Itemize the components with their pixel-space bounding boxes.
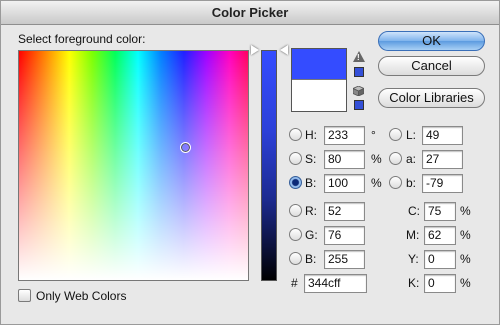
black-row: K: 0 % (401, 273, 481, 293)
b-lab-row: b: -79 (389, 173, 469, 193)
slider-right-arrow-icon[interactable] (280, 45, 288, 55)
hue-field[interactable]: 233 (324, 126, 365, 145)
yellow-label: Y: (408, 252, 419, 266)
new-color-swatch (292, 49, 346, 80)
hex-row: # 344cff (291, 273, 371, 293)
color-field-cursor[interactable] (180, 142, 191, 153)
blue-row: B: 255 (289, 249, 379, 269)
select-foreground-label: Select foreground color: (18, 32, 146, 46)
color-field[interactable] (18, 50, 249, 281)
magenta-row: M: 62 % (401, 225, 481, 245)
brightness-field[interactable]: 100 (324, 174, 365, 193)
lightness-field[interactable]: 49 (422, 126, 463, 145)
a-label: a: (406, 152, 417, 166)
only-web-colors-label: Only Web Colors (36, 289, 127, 303)
a-field[interactable]: 27 (422, 150, 463, 169)
brightness-unit: % (371, 176, 382, 190)
lightness-label: L: (406, 128, 417, 142)
ok-button[interactable]: OK (378, 31, 485, 51)
a-radio[interactable] (389, 152, 402, 165)
lightness-row: L: 49 (389, 125, 469, 145)
hue-radio[interactable] (289, 128, 302, 141)
hex-label: # (291, 276, 298, 290)
yellow-unit: % (460, 252, 471, 266)
hue-row: H: 233 ° (289, 125, 379, 145)
blue-field[interactable]: 255 (324, 250, 365, 269)
black-field[interactable]: 0 (424, 274, 456, 293)
red-radio[interactable] (289, 204, 302, 217)
cyan-row: C: 75 % (401, 201, 481, 221)
brightness-radio[interactable] (289, 176, 302, 189)
saturation-row: S: 80 % (289, 149, 382, 169)
slider-left-arrow-icon[interactable] (251, 45, 259, 55)
saturation-unit: % (371, 152, 382, 166)
only-web-colors-checkbox[interactable] (18, 289, 31, 302)
magenta-field[interactable]: 62 (424, 226, 456, 245)
magenta-unit: % (460, 228, 471, 242)
color-field-gradient (19, 51, 248, 280)
b-lab-radio[interactable] (389, 176, 402, 189)
blue-radio[interactable] (289, 252, 302, 265)
cancel-button[interactable]: Cancel (378, 56, 485, 76)
green-label: G: (305, 228, 318, 242)
blue-label: B: (305, 252, 317, 266)
magenta-label: M: (406, 228, 420, 242)
black-unit: % (460, 276, 471, 290)
brightness-row: B: 100 % (289, 173, 382, 193)
saturation-radio[interactable] (289, 152, 302, 165)
warning-triangle-icon[interactable]: ! (353, 51, 365, 62)
cyan-field[interactable]: 75 (424, 202, 456, 221)
gamut-warning-swatch[interactable] (354, 67, 364, 77)
saturation-field[interactable]: 80 (324, 150, 365, 169)
window-title: Color Picker (1, 1, 499, 25)
b-lab-label: b: (406, 176, 417, 190)
color-slider[interactable] (261, 50, 277, 281)
hex-field[interactable]: 344cff (304, 274, 367, 293)
yellow-field[interactable]: 0 (424, 250, 456, 269)
green-radio[interactable] (289, 228, 302, 241)
color-libraries-button[interactable]: Color Libraries (378, 88, 485, 108)
green-field[interactable]: 76 (324, 226, 365, 245)
hue-unit: ° (371, 128, 376, 142)
web-safe-swatch[interactable] (354, 100, 364, 110)
cyan-label: C: (408, 204, 420, 218)
a-row: a: 27 (389, 149, 469, 169)
color-picker-window: Color Picker Select foreground color: ! … (0, 0, 500, 325)
yellow-row: Y: 0 % (401, 249, 481, 269)
saturation-label: S: (305, 152, 317, 166)
b-lab-field[interactable]: -79 (422, 174, 463, 193)
lightness-radio[interactable] (389, 128, 402, 141)
black-label: K: (408, 276, 420, 290)
green-row: G: 76 (289, 225, 379, 245)
cube-icon[interactable] (353, 86, 364, 96)
red-label: R: (305, 204, 317, 218)
red-field[interactable]: 52 (324, 202, 365, 221)
hue-label: H: (305, 128, 317, 142)
current-color-swatch[interactable] (292, 80, 346, 111)
color-swatch (291, 48, 347, 112)
cyan-unit: % (460, 204, 471, 218)
brightness-label: B: (305, 176, 317, 190)
red-row: R: 52 (289, 201, 379, 221)
